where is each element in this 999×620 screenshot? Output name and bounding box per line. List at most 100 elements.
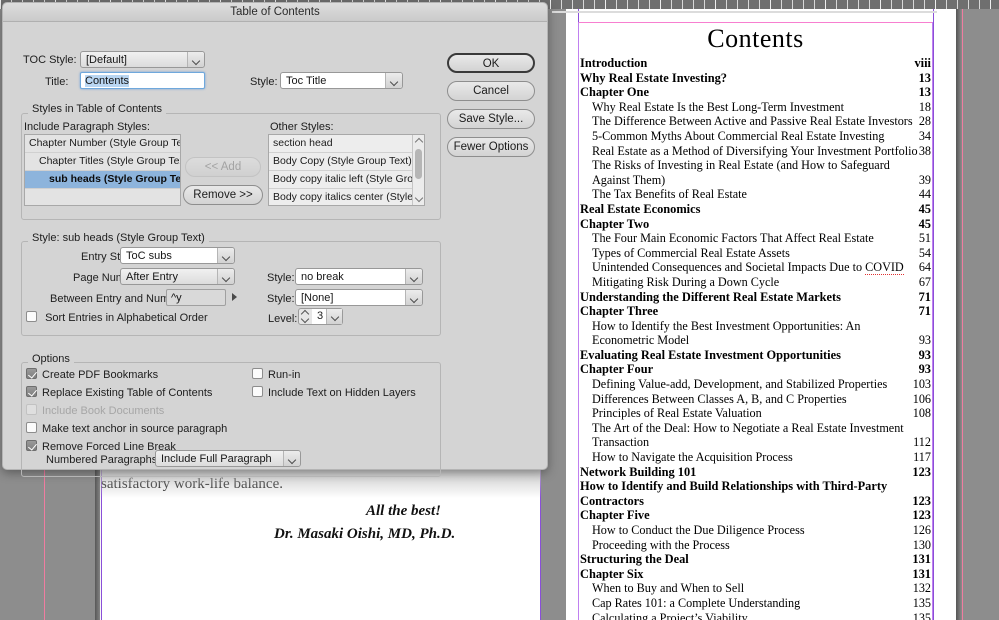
toc-entry: Network Building 101 123 <box>578 465 933 480</box>
toc-entry-text: Why Real Estate Is the Best Long-Term In… <box>592 99 844 114</box>
toc-entry: The Risks of Investing in Real Estate (a… <box>578 158 933 173</box>
list-item[interactable]: Body copy italics center (Style Group... <box>269 189 420 205</box>
option-checkbox-row[interactable]: Include Text on Hidden Layers <box>252 386 416 399</box>
toc-entry-text: The Difference Between Active and Passiv… <box>592 114 913 129</box>
between-style-select[interactable]: [None] <box>295 289 423 306</box>
numbered-paragraphs-select[interactable]: Include Full Paragraph <box>155 450 301 467</box>
checkbox <box>26 404 37 415</box>
sort-entries-checkbox[interactable] <box>26 311 37 322</box>
toc-entry-list: Introduction viii Why Real Estate Investin… <box>578 56 933 620</box>
toc-entry-page: 13 <box>918 85 931 100</box>
toc-entry-page: 93 <box>918 347 931 362</box>
other-styles-list[interactable]: section head Body Copy (Style Group Text)… <box>268 134 425 206</box>
scroll-down-arrow-icon[interactable] <box>414 193 424 203</box>
option-checkbox-row[interactable]: Run-in <box>252 368 300 381</box>
checkbox[interactable] <box>26 368 37 379</box>
scroll-up-arrow-icon[interactable] <box>414 137 424 147</box>
page-number-style-select[interactable]: no break <box>295 268 423 285</box>
toc-entry-text: Understanding the Different Real Estate … <box>580 289 841 304</box>
toc-entry: The Difference Between Active and Passiv… <box>578 114 933 129</box>
bleed-guide-right <box>962 8 963 620</box>
option-checkbox-row[interactable]: Create PDF Bookmarks <box>26 368 158 381</box>
checkbox[interactable] <box>252 368 263 379</box>
option-checkbox-row[interactable]: Replace Existing Table of Contents <box>26 386 212 399</box>
toc-entry: How to Identify the Best Investment Oppo… <box>578 319 933 334</box>
between-entry-number-input[interactable]: ^y <box>166 289 226 306</box>
ruler-tick <box>781 0 782 9</box>
scrollbar-thumb[interactable] <box>415 149 422 179</box>
option-checkbox-row[interactable]: Make text anchor in source paragraph <box>26 422 227 435</box>
toc-entry-text: Against Them) <box>592 172 666 187</box>
toc-entry-page: 39 <box>918 172 931 187</box>
sort-entries-checkbox-row[interactable]: Sort Entries in Alphabetical Order <box>26 311 208 324</box>
toc-entry-page: 18 <box>918 99 931 114</box>
toc-entry-text: Network Building 101 <box>580 464 697 479</box>
toc-entry-page: 44 <box>918 187 931 202</box>
dialog-title-bar[interactable]: Table of Contents <box>3 3 547 22</box>
list-item[interactable] <box>25 189 180 205</box>
between-style-label: Style: <box>267 293 295 305</box>
toc-entry-text: When to Buy and When to Sell <box>592 581 745 596</box>
other-styles-label: Other Styles: <box>270 121 334 133</box>
other-styles-scrollbar[interactable] <box>412 135 424 205</box>
ruler-tick <box>638 0 639 9</box>
ruler-tick <box>0 0 1 9</box>
toc-entry-page: 131 <box>912 566 931 581</box>
ruler-tick <box>693 0 694 9</box>
title-input[interactable]: Contents <box>80 72 205 89</box>
toc-style-label: TOC Style: <box>23 54 77 66</box>
toc-entry-page: 13 <box>918 70 931 85</box>
included-styles-list[interactable]: Chapter Number (Style Group Text) Chapter… <box>24 134 181 206</box>
list-item[interactable]: section head <box>269 135 420 153</box>
ruler-tick <box>748 0 749 9</box>
toc-style-select[interactable]: [Default] <box>80 51 205 68</box>
ruler-tick <box>913 0 914 9</box>
title-style-select[interactable]: Toc Title <box>280 72 403 89</box>
cancel-button[interactable]: Cancel <box>447 81 535 101</box>
option-checkbox-row[interactable]: Remove Forced Line Break <box>26 440 176 453</box>
table-of-contents: Contents Introduction viii Why Real Estate… <box>578 22 933 620</box>
between-entry-number-value: ^y <box>171 292 182 304</box>
title-label: Title: <box>45 76 69 88</box>
ruler-tick <box>803 0 804 9</box>
fewer-options-button[interactable]: Fewer Options <box>447 137 535 157</box>
ruler-tick <box>726 0 727 9</box>
ruler-tick <box>792 0 793 9</box>
toc-entry: Principles of Real Estate Valuation 108 <box>578 406 933 421</box>
page-number-select[interactable]: After Entry <box>120 268 235 285</box>
ruler-tick <box>594 0 595 9</box>
toc-entry-text: Econometric Model <box>592 333 690 348</box>
toc-entry-text: Proceeding with the Process <box>592 537 730 552</box>
checkbox[interactable] <box>252 386 263 397</box>
list-item[interactable]: Chapter Titles (Style Group Text) <box>25 153 180 171</box>
list-item[interactable]: Body Copy (Style Group Text) <box>269 153 420 171</box>
checkbox[interactable] <box>26 422 37 433</box>
chevron-down-icon[interactable] <box>326 309 342 324</box>
ok-button[interactable]: OK <box>447 53 535 73</box>
toc-heading: Contents <box>707 24 804 53</box>
title-input-value: Contents <box>85 75 130 87</box>
remove-button[interactable]: Remove >> <box>183 185 263 205</box>
stepper-arrows-icon[interactable] <box>301 310 310 323</box>
ruler-tick <box>858 0 859 9</box>
list-item[interactable]: sub heads (Style Group Text) <box>25 171 180 189</box>
toc-entry-page: 130 <box>912 537 931 552</box>
expand-arrow-icon[interactable] <box>232 293 237 301</box>
toc-entry-text: Transaction <box>592 435 650 450</box>
title-style-label: Style: <box>250 76 278 88</box>
checkbox[interactable] <box>26 440 37 451</box>
entry-style-select[interactable]: ToC subs <box>120 247 235 264</box>
list-item[interactable]: Chapter Number (Style Group Text) <box>25 135 180 153</box>
toc-entry-page: 132 <box>912 581 931 596</box>
checkbox[interactable] <box>26 386 37 397</box>
option-label: Include Text on Hidden Layers <box>268 387 416 399</box>
save-style-button[interactable]: Save Style... <box>447 109 535 129</box>
toc-entry-text: Chapter Four <box>580 362 654 377</box>
list-item[interactable]: Body copy italic left (Style Group Text) <box>269 171 420 189</box>
ruler-tick <box>660 0 661 9</box>
toc-entry: Defining Value-add, Development, and Sta… <box>578 377 933 392</box>
toc-entry-text: Differences Between Classes A, B, and C … <box>592 391 847 406</box>
toc-entry-text: The Art of the Deal: How to Negotiate a … <box>592 420 904 435</box>
toc-entry: Contractors 123 <box>578 494 933 509</box>
level-stepper[interactable]: 3 <box>298 308 343 325</box>
